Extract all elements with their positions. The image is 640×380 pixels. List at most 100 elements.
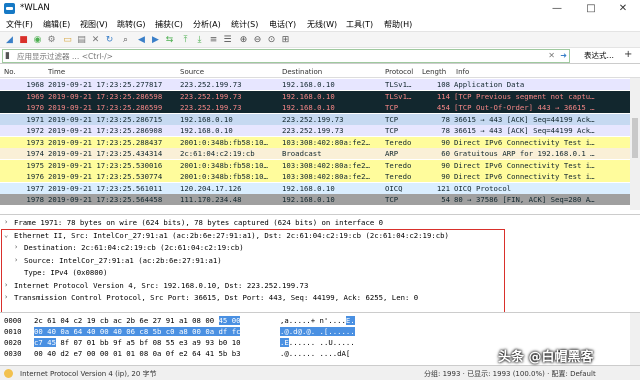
- resize-columns-icon[interactable]: ⊞: [280, 35, 291, 46]
- packet-destination: 103:308:402:80a:fe2…: [282, 137, 370, 147]
- bytes-ascii: ,a.....+ n'....E.: [280, 315, 355, 326]
- packet-source: 111.170.234.48: [180, 195, 242, 204]
- first-packet-icon[interactable]: ⤒: [180, 35, 191, 46]
- packet-list-scrollbar[interactable]: [630, 78, 640, 210]
- bytes-ascii: .@...... ....dA[: [280, 349, 351, 358]
- go-forward-icon[interactable]: ▶: [150, 35, 161, 46]
- expand-arrow-icon[interactable]: ›: [4, 217, 8, 228]
- display-filter-input[interactable]: [17, 50, 537, 62]
- save-file-icon[interactable]: ▤: [76, 35, 87, 46]
- status-field-info: Internet Protocol Version 4 (ip), 20 字节: [20, 370, 157, 378]
- go-back-icon[interactable]: ◀: [136, 35, 147, 46]
- expert-info-icon[interactable]: [4, 369, 13, 378]
- column-header-time[interactable]: Time: [48, 68, 65, 76]
- scrollbar-thumb[interactable]: [632, 118, 638, 158]
- packet-list: No. Time Source Destination Protocol Len…: [0, 66, 640, 210]
- close-file-icon[interactable]: ✕: [90, 35, 101, 46]
- menu-statistics[interactable]: 统计(S): [231, 19, 258, 30]
- column-header-destination[interactable]: Destination: [282, 68, 322, 76]
- packet-row[interactable]: 1968 2019-09-21 17:23:25.277817 223.252.19…: [0, 79, 630, 90]
- window-title: *WLAN: [20, 3, 50, 13]
- menu-file[interactable]: 文件(F): [6, 19, 33, 30]
- column-header-source[interactable]: Source: [180, 68, 204, 76]
- maximize-button[interactable]: □: [574, 0, 608, 17]
- bytes-scrollbar[interactable]: [630, 313, 640, 365]
- capture-options-icon[interactable]: ⚙: [46, 35, 57, 46]
- bytes-hex-plain: 8f 07 01 bb 9f a5 bf 08 55 e3 a9 93 b0 1…: [55, 338, 241, 347]
- bytes-hex: 00 40 0a 64 40 00 40 06 c8 5b c0 a8 00 0…: [34, 326, 241, 337]
- packet-info: 80 → 37586 [FIN, ACK] Seq=280 A…: [454, 195, 595, 204]
- packet-length: 90: [441, 160, 450, 170]
- close-button[interactable]: ✕: [606, 0, 640, 17]
- normal-size-icon[interactable]: ⊙: [266, 35, 277, 46]
- column-header-no[interactable]: No.: [4, 68, 16, 76]
- packet-length: 108: [436, 80, 450, 89]
- column-header-length[interactable]: Length: [422, 68, 446, 76]
- packet-length: 90: [441, 172, 450, 181]
- start-capture-icon[interactable]: ◢: [4, 35, 15, 46]
- menu-edit[interactable]: 编辑(E): [43, 19, 70, 30]
- packet-source: 120.204.17.126: [180, 183, 242, 193]
- packet-length: 54: [441, 195, 450, 204]
- packet-row[interactable]: 1974 2019-09-21 17:23:25.434314 2c:61:04:c…: [0, 148, 630, 159]
- bytes-ascii-selected: .E: [280, 338, 289, 347]
- go-to-packet-icon[interactable]: ⇆: [164, 35, 175, 46]
- packet-row[interactable]: 1975 2019-09-21 17:23:25.530016 2001:0:348…: [0, 159, 630, 171]
- clear-filter-icon[interactable]: ✕: [548, 50, 555, 62]
- packet-source: 223.252.199.73: [180, 91, 242, 101]
- packet-row[interactable]: 1969 2019-09-21 17:23:25.286598 223.252.19…: [0, 90, 630, 102]
- packet-destination: 192.168.0.10: [282, 80, 335, 89]
- packet-time: 2019-09-21 17:23:25.286715: [48, 114, 163, 124]
- stop-capture-icon[interactable]: ■: [18, 35, 29, 46]
- restart-capture-icon[interactable]: ◉: [32, 35, 43, 46]
- packet-no: 1968: [26, 80, 44, 89]
- packet-row[interactable]: 1971 2019-09-21 17:23:25.286715 192.168.0.…: [0, 113, 630, 125]
- packet-length: 121: [436, 183, 450, 193]
- zoom-in-icon[interactable]: ⊕: [238, 35, 249, 46]
- menu-capture[interactable]: 捕获(C): [155, 19, 183, 30]
- menu-wireless[interactable]: 无线(W): [307, 19, 337, 30]
- packet-info: 36615 → 443 [ACK] Seq=44199 Ack…: [454, 114, 595, 124]
- bytes-hex-selected: c7 45: [34, 338, 56, 347]
- open-file-icon[interactable]: ▭: [62, 35, 73, 46]
- minimize-button[interactable]: —: [540, 0, 574, 17]
- zoom-out-icon[interactable]: ⊖: [252, 35, 263, 46]
- expression-button[interactable]: 表达式…: [584, 50, 614, 61]
- packet-no: 1976: [26, 172, 44, 181]
- bytes-offset: 0000: [4, 316, 22, 325]
- packet-row[interactable]: 1972 2019-09-21 17:23:25.286908 192.168.0.…: [0, 125, 630, 136]
- colorize-icon[interactable]: ☰: [222, 35, 233, 46]
- packet-protocol: OICQ: [385, 183, 403, 193]
- packet-row[interactable]: 1976 2019-09-21 17:23:25.530774 2001:0:348…: [0, 171, 630, 182]
- menu-go[interactable]: 跳转(G): [117, 19, 145, 30]
- add-filter-button[interactable]: +: [624, 49, 632, 60]
- last-packet-icon[interactable]: ⤓: [194, 35, 205, 46]
- reload-icon[interactable]: ↻: [104, 35, 115, 46]
- packet-row[interactable]: 1970 2019-09-21 17:23:25.286599 223.252.19…: [0, 102, 630, 113]
- packet-length: 78: [441, 126, 450, 135]
- find-packet-icon[interactable]: ⌕: [120, 35, 131, 46]
- packet-no: 1972: [26, 126, 44, 135]
- auto-scroll-icon[interactable]: ≡: [208, 35, 219, 46]
- menu-analyze[interactable]: 分析(A): [193, 19, 221, 30]
- packet-info: [TCP Out-Of-Order] 443 → 36615 …: [454, 103, 595, 112]
- display-filter-bar: ▮ ✕ ➜ 表达式… +: [0, 48, 640, 64]
- bytes-ascii-plain: ...... ..U.....: [288, 338, 355, 347]
- apply-filter-icon[interactable]: ➜: [560, 50, 567, 62]
- bookmark-icon[interactable]: ▮: [5, 50, 10, 63]
- column-header-protocol[interactable]: Protocol: [385, 68, 413, 76]
- menu-view[interactable]: 视图(V): [80, 19, 108, 30]
- detail-tree-item[interactable]: › Frame 1971: 78 bytes on wire (624 bits)…: [0, 217, 640, 228]
- menu-help[interactable]: 帮助(H): [384, 19, 412, 30]
- packet-protocol: TCP: [385, 195, 399, 204]
- packet-row[interactable]: 1977 2019-09-21 17:23:25.561011 120.204.17…: [0, 182, 630, 194]
- menu-tools[interactable]: 工具(T): [346, 19, 373, 30]
- packet-length: 78: [441, 114, 450, 124]
- packet-time: 2019-09-21 17:23:25.288437: [48, 137, 163, 147]
- packet-row[interactable]: 1973 2019-09-21 17:23:25.288437 2001:0:348…: [0, 136, 630, 148]
- column-header-info[interactable]: Info: [456, 68, 469, 76]
- menu-telephony[interactable]: 电话(Y): [269, 19, 296, 30]
- packet-protocol: TCP: [385, 114, 399, 124]
- packet-row[interactable]: 1978 2019-09-21 17:23:25.564458 111.170.23…: [0, 194, 630, 205]
- bytes-ascii: .E...... ..U.....: [280, 337, 355, 348]
